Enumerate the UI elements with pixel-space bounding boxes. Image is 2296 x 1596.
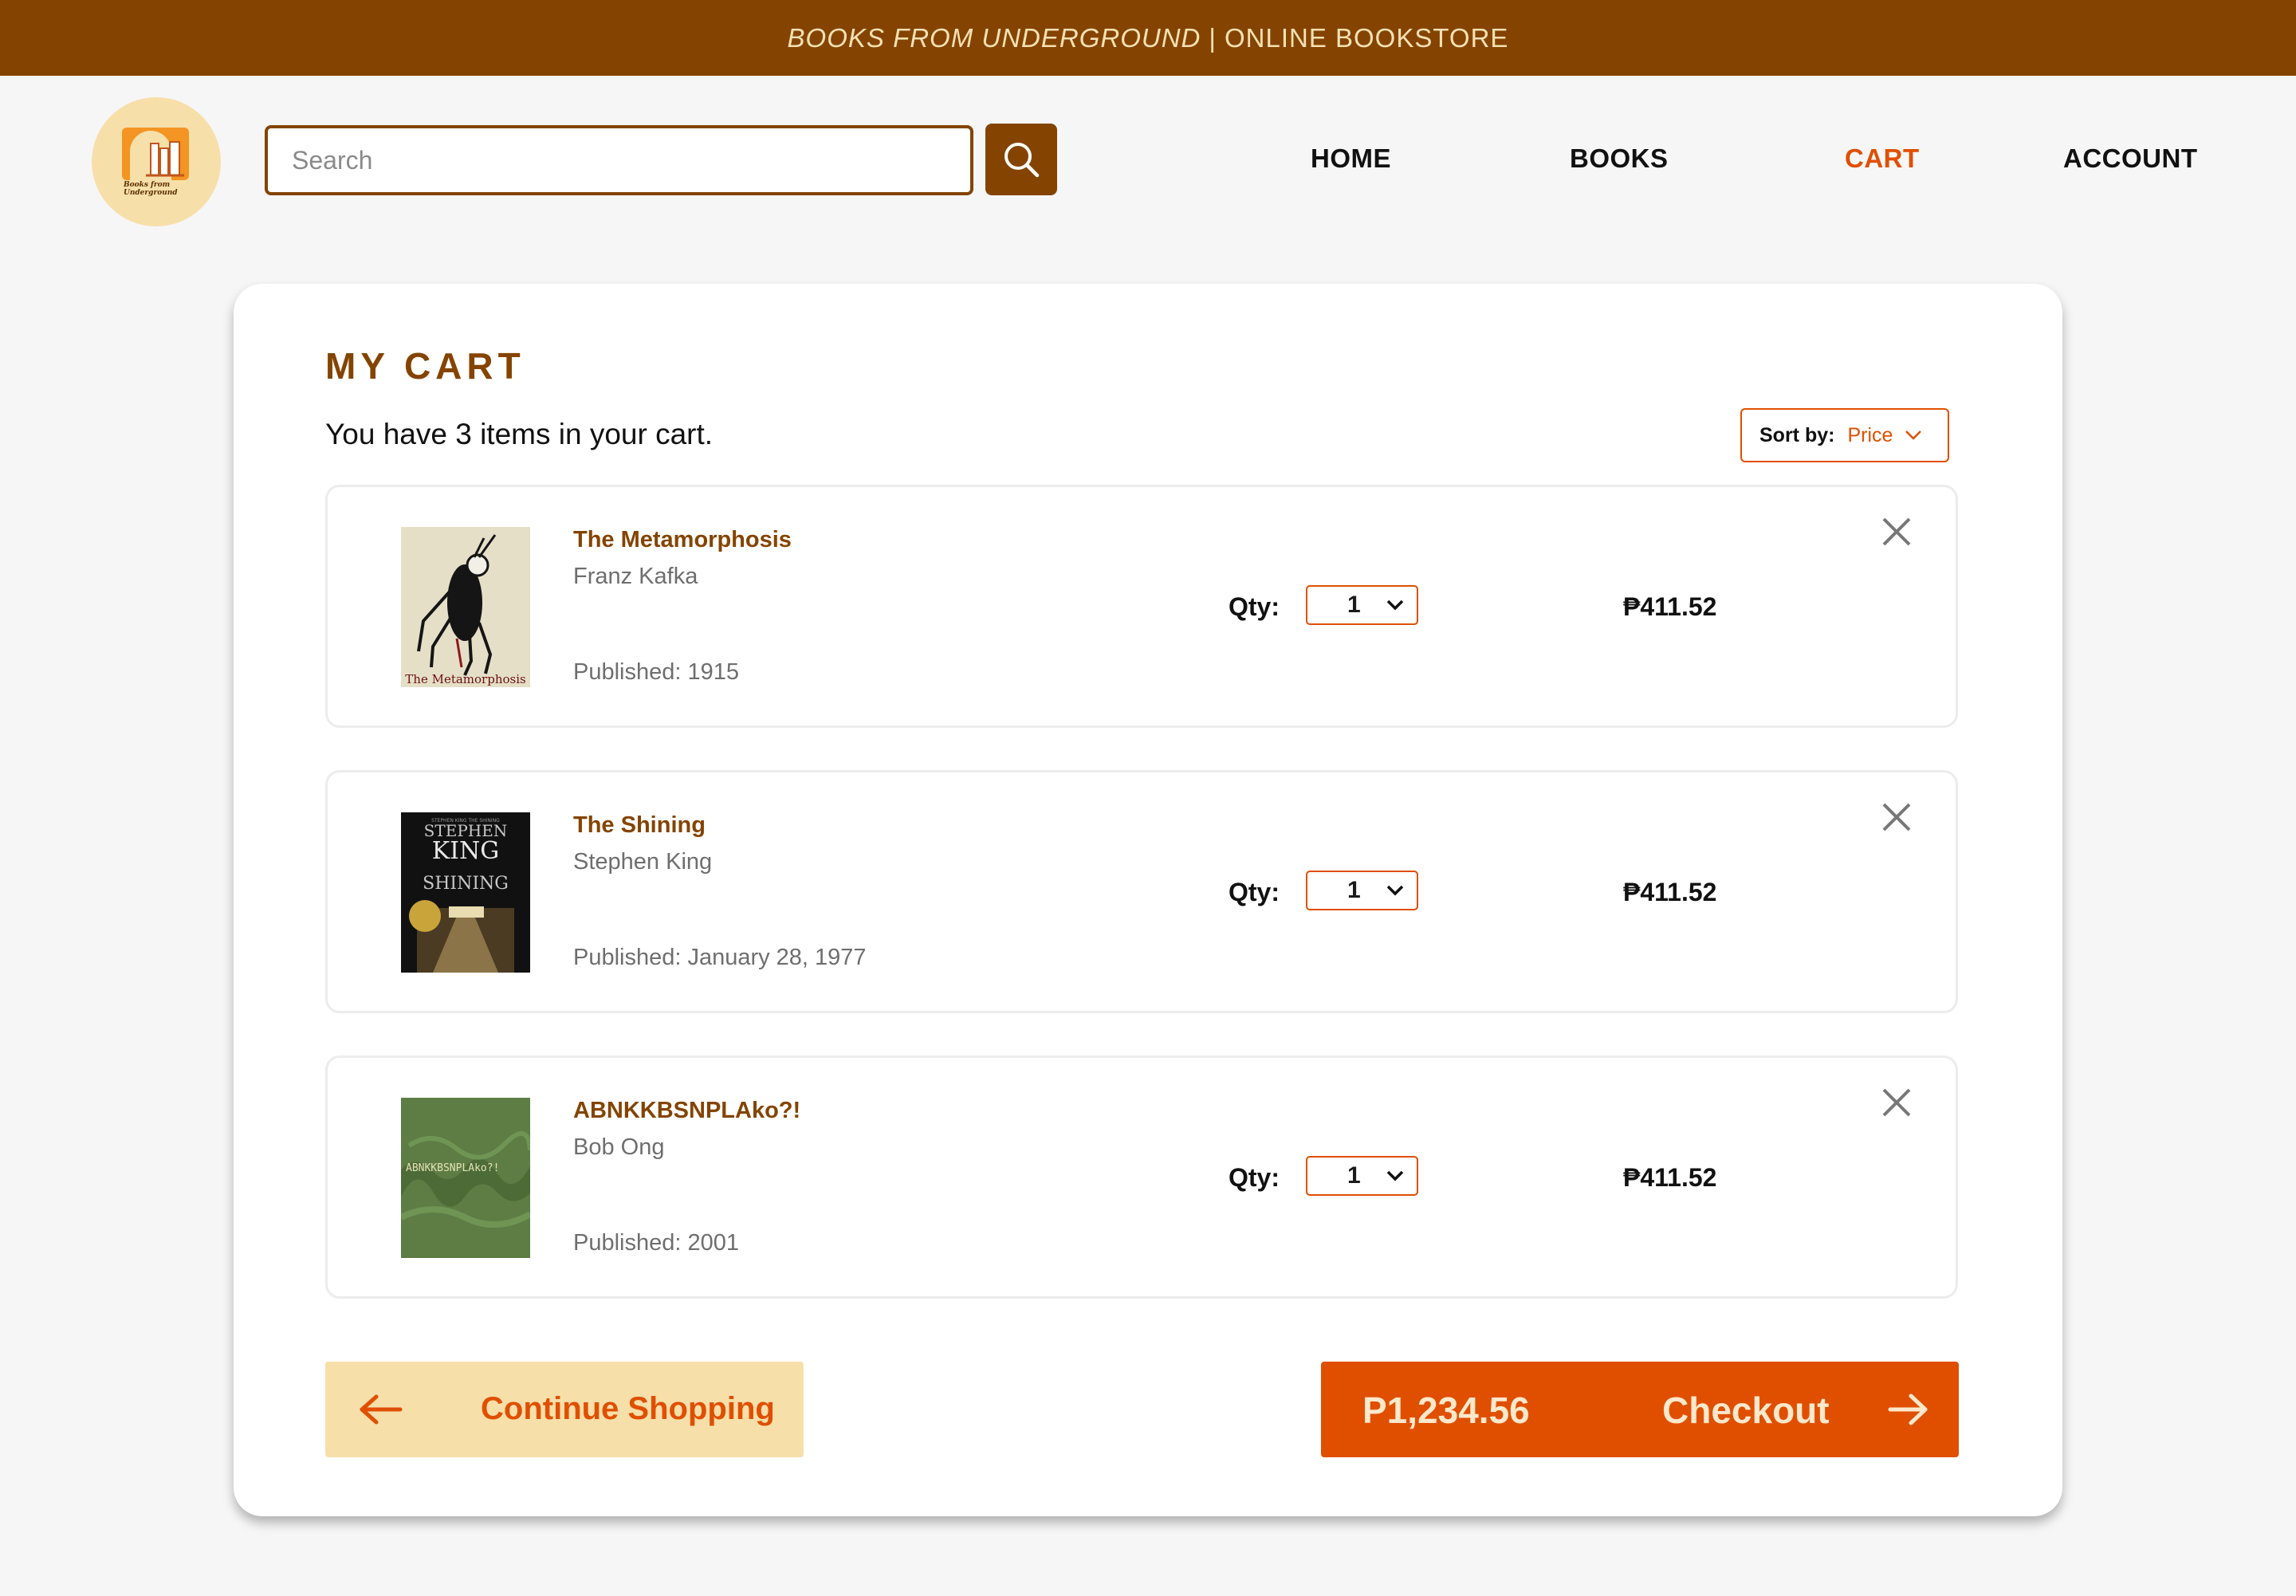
continue-shopping-button[interactable]: Continue Shopping (325, 1362, 804, 1457)
item-price: ₱411.52 (1623, 878, 1717, 906)
close-icon[interactable] (1877, 798, 1916, 836)
book-cover-caption: STEPHEN KING THE SHINING (431, 818, 500, 824)
search-box[interactable] (265, 125, 973, 195)
book-title[interactable]: The Shining (573, 812, 706, 839)
arrow-left-icon (360, 1394, 403, 1425)
qty-label: Qty: (1229, 1163, 1280, 1192)
sort-dropdown[interactable]: Sort by: Price (1740, 408, 1949, 462)
book-published: Published: January 28, 1977 (573, 945, 867, 971)
book-title[interactable]: The Metamorphosis (573, 527, 792, 553)
item-price: ₱411.52 (1623, 592, 1717, 621)
search-icon (1005, 143, 1040, 178)
cart-item: STEPHEN KING SHINING STEPHEN KING THE SH… (325, 770, 1958, 1013)
svg-text:KING: KING (432, 837, 499, 865)
book-cover-image[interactable]: The Metamorphosis (401, 527, 530, 687)
sort-label: Sort by: (1759, 423, 1835, 446)
nav-account[interactable]: ACCOUNT (2063, 143, 2197, 174)
quantity-select[interactable]: 1 (1306, 871, 1418, 910)
book-published: Published: 2001 (573, 1230, 739, 1256)
logo-text: Books from Underground (124, 181, 178, 197)
store-logo[interactable]: Books from Underground (92, 97, 221, 226)
close-icon[interactable] (1877, 1083, 1916, 1122)
published-label: Published: (573, 945, 682, 970)
cart-item: ABNKKBSNPLAko?! ABNKKBSNPLAko?! Bob Ong … (325, 1055, 1958, 1299)
qty-label: Qty: (1229, 878, 1280, 906)
qty-label: Qty: (1229, 592, 1280, 621)
chevron-down-icon (1386, 885, 1404, 896)
banner-separator: | (1209, 22, 1217, 53)
chevron-down-icon (1386, 599, 1404, 611)
search-button[interactable] (985, 124, 1057, 195)
book-author: Bob Ong (573, 1134, 665, 1160)
banner-brand: BOOKS FROM UNDERGROUND (787, 22, 1201, 53)
search-input[interactable] (268, 128, 970, 192)
book-author: Franz Kafka (573, 564, 698, 589)
sort-value: Price (1847, 423, 1893, 446)
close-icon[interactable] (1877, 513, 1916, 551)
nav-cart[interactable]: CART (1845, 143, 1920, 174)
book-cover-caption: ABNKKBSNPLAko?! (406, 1162, 499, 1174)
chevron-down-icon (1905, 430, 1922, 440)
chevron-down-icon (1386, 1170, 1404, 1181)
published-date: 2001 (687, 1230, 739, 1256)
published-label: Published: (573, 1230, 682, 1256)
page-title: MY CART (325, 345, 525, 387)
published-date: January 28, 1977 (687, 945, 867, 970)
nav-books[interactable]: BOOKS (1570, 143, 1669, 174)
arrow-right-icon (1888, 1394, 1928, 1425)
banner-tagline: ONLINE BOOKSTORE (1224, 22, 1509, 53)
svg-text:SHINING: SHINING (423, 874, 509, 894)
quantity-select[interactable]: 1 (1306, 1156, 1418, 1196)
quantity-value: 1 (1347, 592, 1361, 618)
checkout-button[interactable]: P1,234.56 Checkout (1321, 1362, 1959, 1457)
item-price: ₱411.52 (1623, 1163, 1717, 1192)
quantity-value: 1 (1347, 877, 1361, 903)
cart-item: The Metamorphosis The Metamorphosis Fran… (325, 485, 1958, 728)
book-cover-image[interactable]: ABNKKBSNPLAko?! (401, 1098, 530, 1258)
book-cover-image[interactable]: STEPHEN KING SHINING STEPHEN KING THE SH… (401, 812, 530, 973)
cart-summary: You have 3 items in your cart. (325, 418, 714, 450)
published-date: 1915 (687, 659, 739, 685)
published-label: Published: (573, 659, 682, 685)
quantity-select[interactable]: 1 (1306, 585, 1418, 625)
continue-shopping-label: Continue Shopping (481, 1391, 775, 1426)
logo-books-icon (122, 128, 189, 180)
top-banner: BOOKS FROM UNDERGROUND | ONLINE BOOKSTOR… (0, 0, 2296, 76)
cart-card: MY CART You have 3 items in your cart. S… (234, 284, 2062, 1516)
book-author: Stephen King (573, 849, 713, 875)
cart-total: P1,234.56 (1362, 1390, 1530, 1431)
nav-home[interactable]: HOME (1311, 143, 1391, 174)
checkout-label: Checkout (1662, 1390, 1830, 1431)
book-published: Published: 1915 (573, 659, 739, 686)
quantity-value: 1 (1347, 1162, 1361, 1189)
book-cover-caption: The Metamorphosis (405, 672, 525, 686)
book-title[interactable]: ABNKKBSNPLAko?! (573, 1098, 800, 1124)
